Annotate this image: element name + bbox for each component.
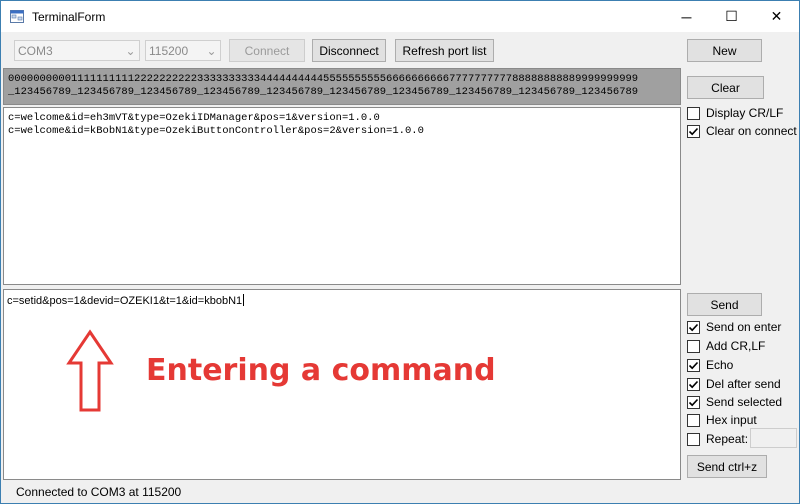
checkbox-box: [687, 395, 700, 409]
repeat-label: Repeat:: [706, 432, 749, 446]
repeat-checkbox[interactable]: Repeat:: [687, 432, 748, 446]
maximize-button[interactable]: ☐: [709, 1, 754, 32]
checkbox-box: [687, 377, 700, 391]
checkbox-box: [687, 413, 700, 427]
column-ruler: 0000000000111111111122222222223333333333…: [3, 68, 681, 105]
window-title: TerminalForm: [32, 10, 106, 24]
checkbox-box: [687, 358, 700, 372]
clear-button[interactable]: Clear: [687, 76, 764, 99]
del-after-send-label: Del after send: [706, 377, 781, 391]
ruler-line-units: _123456789_123456789_123456789_123456789…: [8, 86, 639, 98]
checkbox-box: [687, 106, 700, 120]
minimize-button[interactable]: ─: [664, 1, 709, 32]
received-output-area[interactable]: c=welcome&id=eh3mVT&type=OzekiIDManager&…: [3, 107, 681, 285]
disconnect-button[interactable]: Disconnect: [312, 39, 386, 62]
checkmark-icon: [688, 361, 699, 369]
send-on-enter-label: Send on enter: [706, 320, 782, 334]
output-line: c=welcome&id=eh3mVT&type=OzekiIDManager&…: [8, 112, 380, 124]
repeat-interval-input[interactable]: [750, 428, 797, 448]
clear-on-connect-checkbox[interactable]: Clear on connect: [687, 124, 797, 138]
checkmark-icon: [688, 323, 699, 331]
add-crlf-checkbox[interactable]: Add CR,LF: [687, 339, 765, 353]
up-arrow-icon: [66, 329, 114, 412]
send-selected-label: Send selected: [706, 395, 783, 409]
chevron-down-icon: ⌄: [206, 43, 217, 58]
text-caret: [243, 294, 245, 306]
checkbox-box: [687, 339, 700, 353]
annotation-caption: Entering a command: [146, 353, 496, 388]
status-bar-text: Connected to COM3 at 115200: [16, 485, 182, 499]
maximize-icon: ☐: [725, 8, 738, 24]
display-crlf-checkbox[interactable]: Display CR/LF: [687, 106, 783, 120]
chevron-down-icon: ⌄: [125, 43, 136, 58]
echo-label: Echo: [706, 358, 734, 372]
terminal-window: TerminalForm ─ ☐ ✕ COM3 ⌄ 115200 ⌄ Conne…: [0, 0, 800, 504]
new-button[interactable]: New: [687, 39, 762, 62]
output-line: c=welcome&id=kBobN1&type=OzekiButtonCont…: [8, 125, 424, 137]
checkmark-icon: [688, 380, 699, 388]
ruler-line-tens: 0000000000111111111122222222223333333333…: [8, 73, 639, 85]
title-bar[interactable]: TerminalForm ─ ☐ ✕: [1, 1, 799, 32]
display-crlf-label: Display CR/LF: [706, 106, 784, 120]
close-icon: ✕: [770, 8, 783, 24]
checkbox-box: [687, 320, 700, 334]
echo-checkbox[interactable]: Echo: [687, 358, 733, 372]
baud-select[interactable]: 115200 ⌄: [145, 40, 221, 61]
refresh-port-list-button[interactable]: Refresh port list: [395, 39, 494, 62]
hex-input-checkbox[interactable]: Hex input: [687, 413, 757, 427]
app-icon: [10, 10, 24, 23]
clear-on-connect-label: Clear on connect: [706, 124, 797, 138]
send-ctrl-z-button[interactable]: Send ctrl+z: [687, 455, 767, 478]
checkbox-box: [687, 124, 700, 138]
send-selected-checkbox[interactable]: Send selected: [687, 395, 782, 409]
checkmark-icon: [688, 398, 699, 406]
del-after-send-checkbox[interactable]: Del after send: [687, 377, 781, 391]
command-input-text: c=setid&pos=1&devid=OZEKI1&t=1&id=kbobN1: [7, 294, 245, 307]
port-select[interactable]: COM3 ⌄: [14, 40, 140, 61]
minimize-icon: ─: [681, 8, 692, 25]
port-select-value: COM3: [18, 44, 53, 58]
connect-button[interactable]: Connect: [229, 39, 305, 62]
send-on-enter-checkbox[interactable]: Send on enter: [687, 320, 781, 334]
checkbox-box: [687, 432, 700, 446]
command-input-value: c=setid&pos=1&devid=OZEKI1&t=1&id=kbobN1: [7, 295, 243, 307]
send-button[interactable]: Send: [687, 293, 762, 316]
close-button[interactable]: ✕: [754, 1, 799, 32]
checkmark-icon: [688, 127, 699, 135]
add-crlf-label: Add CR,LF: [706, 339, 766, 353]
hex-input-label: Hex input: [706, 413, 757, 427]
baud-select-value: 115200: [149, 44, 189, 58]
